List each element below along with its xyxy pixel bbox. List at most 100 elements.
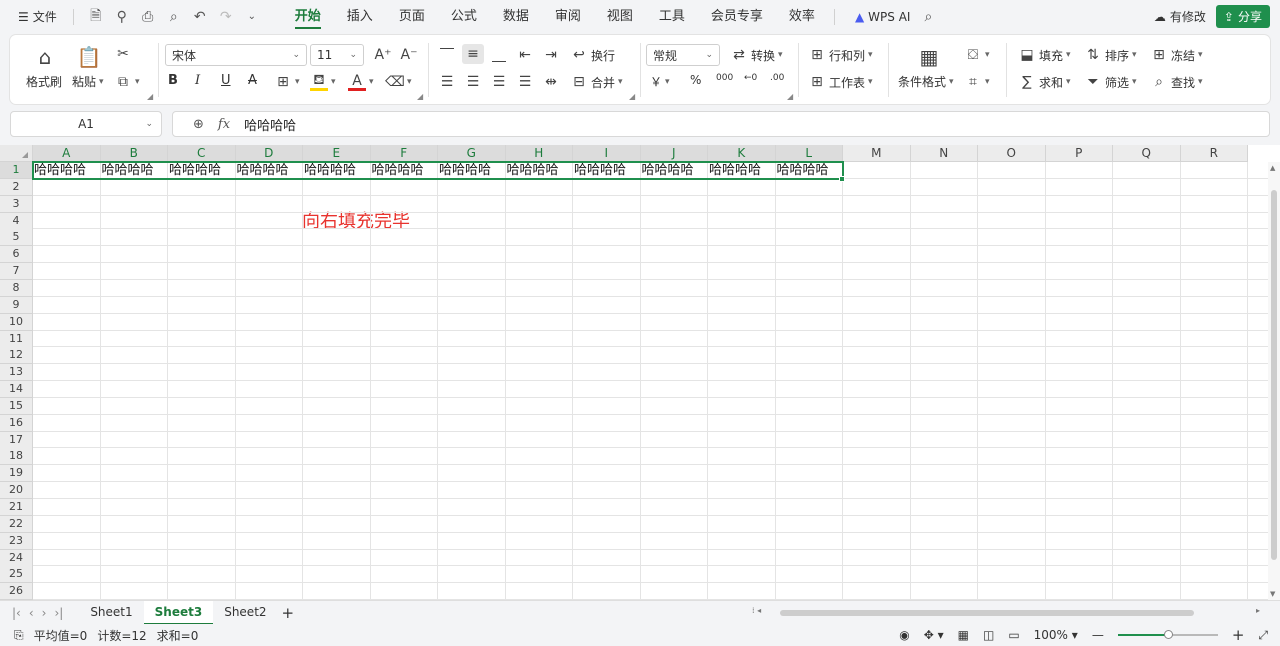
tab-6[interactable]: 视图: [594, 0, 646, 33]
column-header[interactable]: O: [978, 145, 1046, 162]
zoom-level[interactable]: 100% ▾: [1034, 628, 1078, 642]
column-header[interactable]: K: [708, 145, 776, 162]
convert-button[interactable]: ⇄ 转换 ▾: [730, 46, 782, 64]
file-menu[interactable]: ☰ 文件: [14, 8, 61, 25]
tab-7[interactable]: 工具: [646, 0, 698, 33]
search-icon[interactable]: ⌕: [918, 7, 938, 27]
bold-button[interactable]: B: [168, 73, 178, 88]
align-right-button[interactable]: ☰: [490, 73, 508, 91]
row-header[interactable]: 19: [0, 465, 33, 483]
selection-range[interactable]: [32, 161, 844, 180]
save-icon[interactable]: 🗎: [86, 7, 106, 27]
find-button[interactable]: ⌕ 查找 ▾: [1150, 73, 1202, 91]
fx-icon[interactable]: fx: [218, 117, 230, 132]
increase-decimal-button[interactable]: ←0: [744, 73, 757, 83]
border-button[interactable]: ⊞ ▾: [274, 73, 299, 91]
row-header[interactable]: 11: [0, 330, 33, 348]
row-header[interactable]: 22: [0, 515, 33, 533]
row-header[interactable]: 1: [0, 162, 33, 179]
number-format-select[interactable]: 常规 ⌄: [646, 44, 720, 66]
fill-button[interactable]: ⬓ 填充 ▾: [1018, 46, 1070, 64]
font-name-select[interactable]: 宋体 ⌄: [165, 44, 307, 66]
row-header[interactable]: 6: [0, 246, 33, 264]
column-header[interactable]: L: [775, 145, 843, 162]
column-header[interactable]: I: [573, 145, 641, 162]
print-preview-icon[interactable]: ⌕: [164, 7, 184, 27]
scroll-right-icon[interactable]: ▸: [1256, 606, 1260, 615]
align-center-button[interactable]: ☰: [464, 73, 482, 91]
page-break-icon[interactable]: ▭: [1008, 628, 1019, 642]
align-top-button[interactable]: ⎺: [438, 46, 456, 64]
font-color-button[interactable]: A ▾: [348, 73, 374, 91]
table-style-button[interactable]: ⌗ ▾: [964, 73, 989, 91]
zoom-out-icon[interactable]: —: [1092, 628, 1104, 642]
column-header[interactable]: A: [33, 145, 101, 162]
column-header[interactable]: Q: [1113, 145, 1181, 162]
conditional-format-button[interactable]: ▦: [916, 45, 942, 69]
tab-5[interactable]: 审阅: [542, 0, 594, 33]
row-header[interactable]: 13: [0, 364, 33, 382]
row-header[interactable]: 16: [0, 414, 33, 432]
row-header[interactable]: 2: [0, 178, 33, 196]
column-header[interactable]: M: [843, 145, 911, 162]
page-layout-icon[interactable]: ◫: [983, 628, 994, 642]
eye-icon[interactable]: ◉: [899, 628, 909, 642]
align-left-button[interactable]: ☰: [438, 73, 456, 91]
sheet-tab-2[interactable]: Sheet2: [213, 601, 277, 625]
modify-status-button[interactable]: ☁ 有修改: [1154, 8, 1206, 25]
row-header[interactable]: 18: [0, 448, 33, 466]
tab-8[interactable]: 会员专享: [698, 0, 776, 33]
row-header[interactable]: 4: [0, 212, 33, 230]
column-header[interactable]: P: [1045, 145, 1113, 162]
sheet-tab-1[interactable]: Sheet3: [143, 600, 214, 625]
tab-9[interactable]: 效率: [776, 0, 828, 33]
add-sheet-icon[interactable]: +: [282, 604, 295, 622]
increase-indent-button[interactable]: ⇥: [542, 46, 560, 64]
next-sheet-icon[interactable]: ›: [42, 606, 47, 620]
undo-icon[interactable]: ↶: [190, 7, 210, 27]
scroll-thumb[interactable]: [780, 610, 1194, 616]
select-all-corner[interactable]: [0, 145, 33, 162]
chevron-down-icon[interactable]: ⌄: [242, 7, 262, 27]
column-header[interactable]: N: [910, 145, 978, 162]
thousands-button[interactable]: 000: [716, 73, 733, 83]
prev-sheet-icon[interactable]: ‹: [29, 606, 34, 620]
row-header[interactable]: 17: [0, 431, 33, 449]
dialog-launcher-icon[interactable]: ◢: [629, 92, 635, 101]
freeze-button[interactable]: ⊞ 冻结 ▾: [1150, 46, 1202, 64]
decrease-font-button[interactable]: A⁻: [400, 46, 418, 64]
scroll-left-icon[interactable]: ⁞ ◂: [752, 606, 761, 615]
fullscreen-icon[interactable]: ⤢: [1258, 628, 1268, 643]
zoom-search-icon[interactable]: ⊕: [193, 117, 204, 132]
sum-button[interactable]: ∑ 求和 ▾: [1018, 73, 1070, 91]
normal-view-icon[interactable]: ▦: [958, 628, 969, 642]
cut-button[interactable]: ✂: [114, 45, 132, 63]
row-header[interactable]: 20: [0, 482, 33, 500]
sort-button[interactable]: ⇅ 排序 ▾: [1084, 46, 1136, 64]
column-header[interactable]: J: [640, 145, 708, 162]
conditional-format-label[interactable]: 条件格式 ▾: [898, 73, 954, 90]
dialog-launcher-icon[interactable]: ◢: [787, 92, 793, 101]
tab-3[interactable]: 公式: [438, 0, 490, 33]
row-header[interactable]: 10: [0, 313, 33, 331]
row-header[interactable]: 7: [0, 263, 33, 281]
chevron-down-icon[interactable]: ⌄: [145, 119, 153, 129]
redo-icon[interactable]: ↷: [216, 7, 236, 27]
tab-4[interactable]: 数据: [490, 0, 542, 33]
column-header[interactable]: R: [1180, 145, 1248, 162]
row-header[interactable]: 14: [0, 381, 33, 399]
clear-format-button[interactable]: ⌫ ▾: [385, 73, 411, 91]
print-icon[interactable]: ⎙: [138, 7, 158, 27]
column-header[interactable]: G: [438, 145, 506, 162]
font-size-select[interactable]: 11 ⌄: [310, 44, 364, 66]
align-middle-button[interactable]: ≡: [462, 44, 484, 64]
sheet-tab-0[interactable]: Sheet1: [79, 601, 143, 625]
column-header[interactable]: F: [370, 145, 438, 162]
justify-button[interactable]: ☰: [516, 73, 534, 91]
align-bottom-button[interactable]: ⎽: [490, 46, 508, 64]
row-header[interactable]: 15: [0, 397, 33, 415]
formula-input[interactable]: ⊕ fx 哈哈哈哈: [172, 111, 1270, 137]
horizontal-scrollbar[interactable]: ⁞ ◂ ▸: [752, 606, 1268, 619]
dialog-launcher-icon[interactable]: ◢: [417, 92, 423, 101]
distributed-button[interactable]: ⇹: [542, 73, 560, 91]
